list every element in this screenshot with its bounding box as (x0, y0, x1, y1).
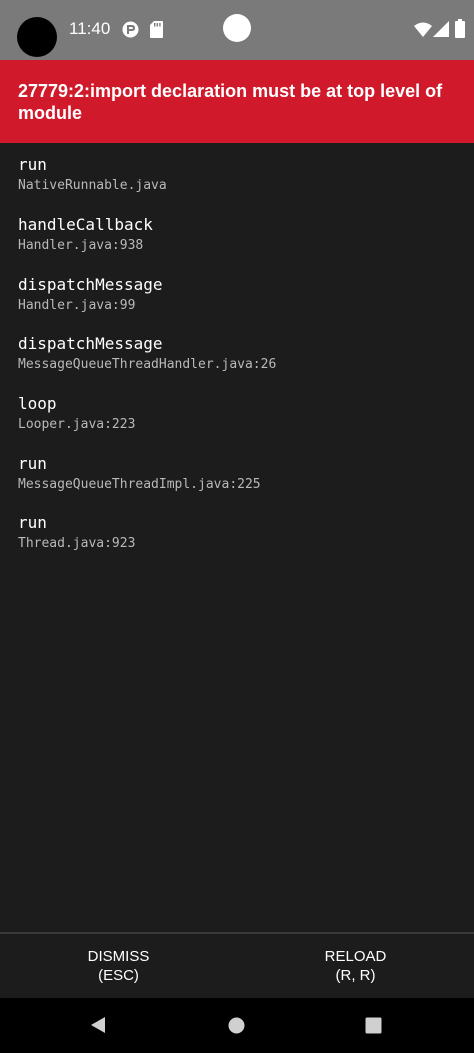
error-message: 27779:2:import declaration must be at to… (18, 81, 443, 123)
frame-file: MessageQueueThreadImpl.java:225 (18, 477, 261, 492)
stack-frame[interactable]: loop Looper.java:223 (18, 394, 135, 434)
dismiss-button[interactable]: DISMISS (ESC) (0, 934, 237, 998)
camera-cutout (17, 17, 57, 57)
frame-method: dispatchMessage (18, 275, 163, 294)
frame-method: loop (18, 394, 57, 413)
back-icon[interactable] (89, 1016, 107, 1038)
stack-frame[interactable]: dispatchMessage Handler.java:99 (18, 275, 163, 315)
status-bar: 11:40 (0, 0, 474, 60)
frame-file: Thread.java:923 (18, 536, 136, 551)
frame-file: Handler.java:938 (18, 238, 144, 253)
dismiss-shortcut: (ESC) (98, 967, 139, 984)
frame-method: handleCallback (18, 215, 153, 234)
action-bar: DISMISS (ESC) RELOAD (R, R) (0, 932, 474, 998)
error-header: 27779:2:import declaration must be at to… (0, 60, 474, 143)
reload-button[interactable]: RELOAD (R, R) (237, 934, 474, 998)
wifi-icon (414, 22, 432, 37)
frame-file: Handler.java:99 (18, 298, 136, 313)
frame-file: MessageQueueThreadHandler.java:26 (18, 357, 277, 372)
frame-method: run (18, 454, 47, 473)
app-notification-icon (122, 21, 139, 38)
stack-frame[interactable]: dispatchMessage MessageQueueThreadHandle… (18, 334, 276, 374)
frame-method: run (18, 513, 47, 532)
frame-method: dispatchMessage (18, 334, 163, 353)
cell-signal-icon (433, 21, 449, 37)
stack-frame[interactable]: handleCallback Handler.java:938 (18, 215, 153, 255)
stack-frame[interactable]: run MessageQueueThreadImpl.java:225 (18, 454, 261, 494)
frame-file: Looper.java:223 (18, 417, 136, 432)
recents-icon[interactable] (365, 1017, 382, 1038)
reload-shortcut: (R, R) (335, 967, 376, 984)
dismiss-label: DISMISS (87, 948, 150, 965)
sd-card-icon (150, 21, 163, 38)
battery-icon (455, 19, 465, 38)
front-camera (223, 14, 251, 42)
frame-method: run (18, 155, 47, 174)
home-icon[interactable] (228, 1017, 245, 1038)
navigation-bar (0, 998, 474, 1053)
stack-frame[interactable]: run NativeRunnable.java (18, 155, 167, 195)
status-time: 11:40 (69, 19, 111, 38)
stack-frame[interactable]: run Thread.java:923 (18, 513, 135, 553)
reload-label: RELOAD (324, 948, 387, 965)
frame-file: NativeRunnable.java (18, 178, 167, 193)
